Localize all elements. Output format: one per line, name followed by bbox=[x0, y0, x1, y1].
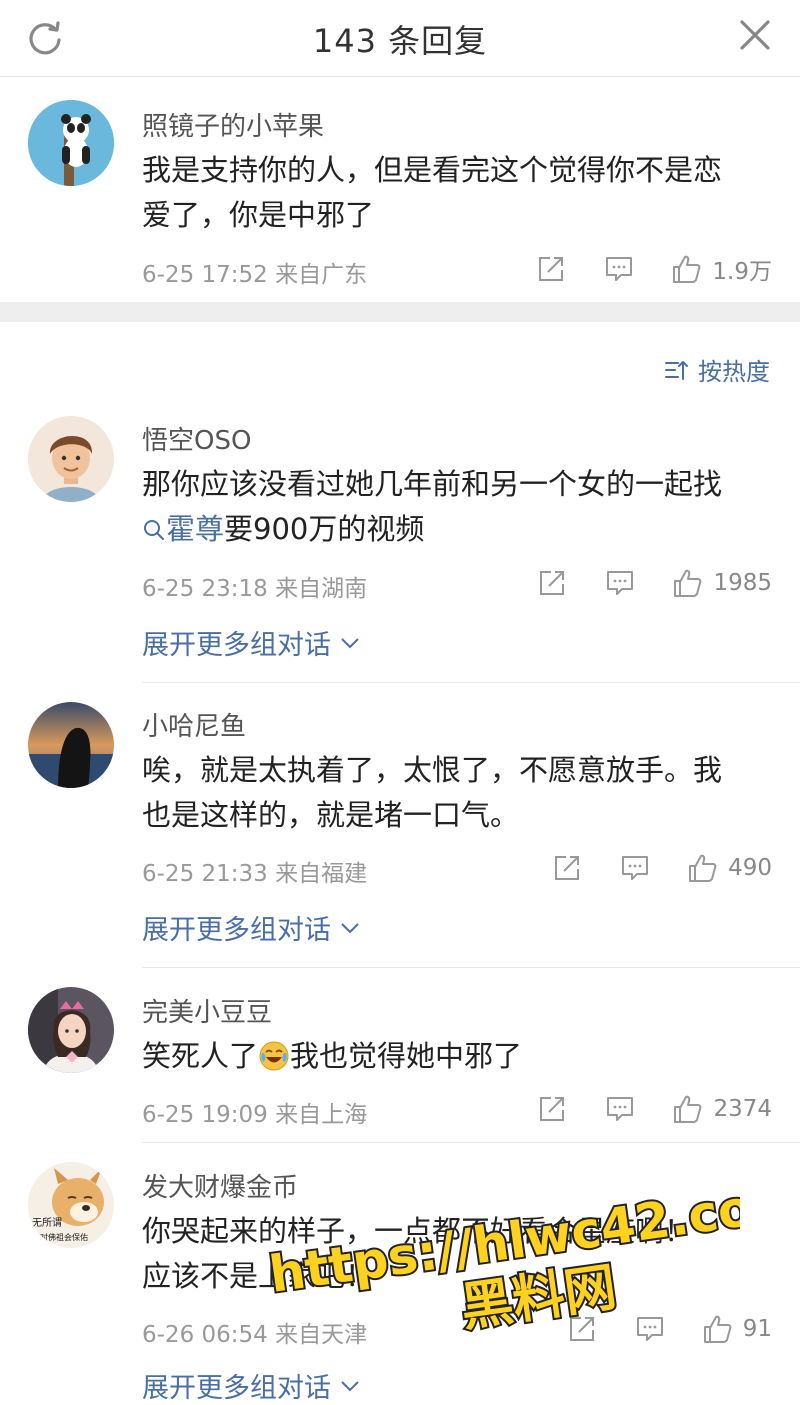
comment-text-line: 霍尊要900万的视频 bbox=[142, 507, 762, 552]
share-icon[interactable] bbox=[552, 853, 582, 883]
comment-divider bbox=[142, 1142, 800, 1143]
comment-username[interactable]: 发大财爆金币 bbox=[142, 1167, 298, 1204]
close-icon[interactable] bbox=[738, 18, 772, 52]
comment-text-line: 你哭起来的样子，一点都不好看合星座啊！ bbox=[142, 1214, 694, 1248]
comment-meta: 6-25 23:18 来自湖南 bbox=[142, 576, 368, 602]
header-bar: 143 条回复 bbox=[0, 0, 800, 77]
comment-meta: 6-25 19:09 来自上海 bbox=[142, 1102, 368, 1128]
comment-icon[interactable] bbox=[620, 853, 650, 883]
like-icon[interactable] bbox=[670, 253, 702, 285]
like-icon[interactable] bbox=[701, 1313, 733, 1345]
share-icon[interactable] bbox=[537, 1094, 567, 1124]
chevron-down-icon bbox=[341, 1380, 359, 1391]
comment-divider bbox=[142, 967, 800, 968]
avatar[interactable] bbox=[28, 987, 114, 1073]
comment-text-line: 唉，就是太执着了，太恨了，不愿意放手。我 bbox=[142, 753, 723, 787]
comment-text: 笑死人了 我也觉得她中邪了 bbox=[142, 1034, 762, 1079]
like-icon[interactable] bbox=[686, 852, 718, 884]
comment-actions: 490 bbox=[552, 851, 772, 885]
expand-thread-label[interactable]: 展开更多组对话 bbox=[142, 623, 331, 662]
comment-username[interactable]: 悟空OSO bbox=[142, 420, 251, 457]
topic-search-link[interactable]: 霍尊 bbox=[142, 512, 224, 546]
page-title: 143 条回复 bbox=[312, 22, 488, 60]
comment-icon[interactable] bbox=[635, 1314, 665, 1344]
comment-text-line: 那你应该没看过她几年前和另一个女的一起找 bbox=[142, 467, 723, 501]
comment-text-line: 应该不是上家吧！ bbox=[142, 1259, 375, 1293]
comment-username[interactable]: 照镜子的小苹果 bbox=[142, 106, 324, 143]
search-icon bbox=[144, 520, 164, 540]
comment-username[interactable]: 小哈尼鱼 bbox=[142, 706, 246, 743]
sort-icon bbox=[665, 360, 688, 380]
comment-text: 你哭起来的样子，一点都不好看合星座啊！ 应该不是上家吧！ bbox=[142, 1209, 762, 1299]
share-icon[interactable] bbox=[537, 568, 567, 598]
comment-meta: 6-25 21:33 来自福建 bbox=[142, 861, 368, 887]
comment-actions: 91 bbox=[567, 1312, 772, 1346]
comment-actions: 2374 bbox=[537, 1092, 772, 1126]
comment-icon[interactable] bbox=[604, 254, 634, 284]
topic-search-text[interactable]: 霍尊 bbox=[166, 512, 224, 546]
chevron-down-icon bbox=[341, 637, 359, 648]
like-count: 1.9万 bbox=[712, 259, 772, 285]
chevron-down-icon bbox=[341, 922, 359, 933]
expand-thread-link[interactable]: 展开更多组对话 bbox=[142, 1366, 361, 1405]
comment-text-line: 我是支持你的人，但是看完这个觉得你不是恋 bbox=[142, 153, 723, 187]
avatar[interactable] bbox=[28, 416, 114, 502]
like-icon[interactable] bbox=[671, 567, 703, 599]
comment-icon[interactable] bbox=[605, 1094, 635, 1124]
section-divider bbox=[0, 302, 800, 322]
comment-text: 那你应该没看过她几年前和另一个女的一起找 霍尊要900万的视频 bbox=[142, 462, 762, 552]
like-count: 91 bbox=[742, 1316, 772, 1342]
share-icon[interactable] bbox=[536, 254, 566, 284]
avatar[interactable] bbox=[28, 702, 114, 788]
comment-actions: 1985 bbox=[537, 566, 772, 600]
comment-actions: 1.9万 bbox=[536, 252, 772, 286]
sort-button[interactable]: 按热度 bbox=[664, 352, 770, 387]
comment-text: 唉，就是太执着了，太恨了，不愿意放手。我 也是这样的，就是堵一口气。 bbox=[142, 748, 762, 838]
avatar-caption: 无所谓 bbox=[32, 1217, 62, 1229]
comment-text: 我是支持你的人，但是看完这个觉得你不是恋 爱了，你是中邪了 bbox=[142, 148, 762, 238]
expand-thread-label[interactable]: 展开更多组对话 bbox=[142, 1366, 331, 1405]
like-count: 2374 bbox=[713, 1096, 772, 1122]
comment-username[interactable]: 完美小豆豆 bbox=[142, 992, 272, 1029]
like-icon[interactable] bbox=[671, 1093, 703, 1125]
comment-icon[interactable] bbox=[605, 568, 635, 598]
laugh-cry-emoji-icon bbox=[259, 1041, 289, 1071]
like-count: 490 bbox=[728, 855, 772, 881]
share-icon[interactable] bbox=[567, 1314, 597, 1344]
expand-thread-link[interactable]: 展开更多组对话 bbox=[142, 623, 361, 662]
expand-thread-label[interactable]: 展开更多组对话 bbox=[142, 908, 331, 947]
avatar-caption: 随时佛祖会保佑 bbox=[32, 1232, 88, 1242]
comment-text-part: 笑死人了 bbox=[142, 1039, 259, 1073]
comment-text-line: 也是这样的，就是堵一口气。 bbox=[142, 798, 520, 832]
avatar[interactable] bbox=[28, 100, 114, 186]
comment-text-rest: 要900万的视频 bbox=[224, 512, 425, 546]
expand-thread-link[interactable]: 展开更多组对话 bbox=[142, 908, 361, 947]
comment-divider bbox=[142, 682, 800, 683]
comment-text-part: 我也觉得她中邪了 bbox=[290, 1039, 523, 1073]
comment-meta: 6-25 17:52 来自广东 bbox=[142, 262, 368, 288]
comment-meta: 6-26 06:54 来自天津 bbox=[142, 1322, 368, 1348]
sort-label: 按热度 bbox=[698, 358, 770, 386]
avatar[interactable]: 无所谓 随时佛祖会保佑 bbox=[28, 1162, 114, 1248]
like-count: 1985 bbox=[713, 570, 772, 596]
comment-text-line: 爱了，你是中邪了 bbox=[142, 198, 375, 232]
